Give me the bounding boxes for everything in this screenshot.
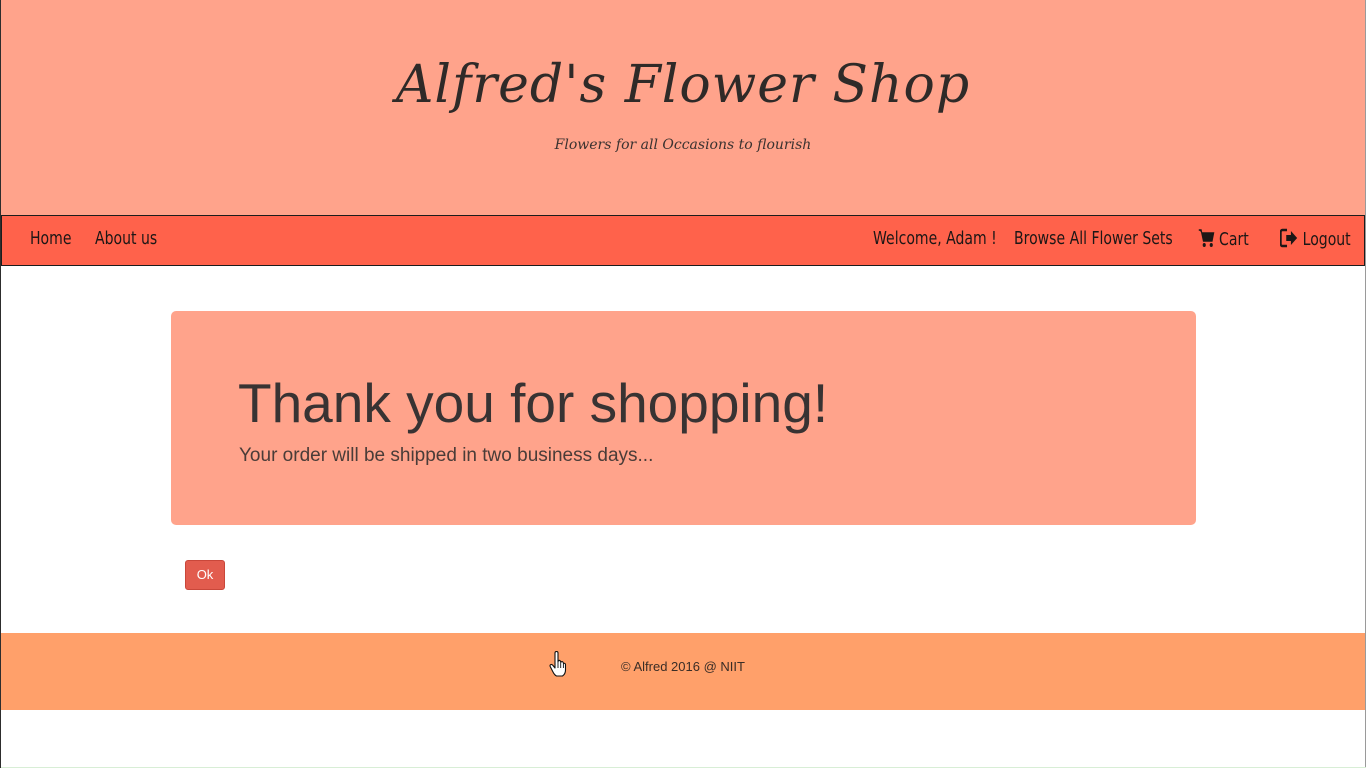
confirmation-heading: Thank you for shopping! — [238, 372, 829, 434]
logout-icon — [1279, 228, 1298, 248]
nav-cart-link[interactable]: Cart — [1198, 228, 1249, 250]
confirmation-panel: Thank you for shopping! Your order will … — [171, 311, 1196, 525]
footer-copyright: © Alfred 2016 @ NIIT — [621, 659, 745, 674]
nav-about-link[interactable]: About us — [95, 228, 157, 249]
logout-label: Logout — [1302, 229, 1351, 250]
page: Alfred's Flower Shop Flowers for all Occ… — [0, 0, 1366, 768]
hand-pointer-cursor-icon — [549, 651, 567, 677]
site-footer: © Alfred 2016 @ NIIT — [1, 633, 1365, 710]
navbar: Home About us Welcome, Adam ! Browse All… — [1, 215, 1365, 266]
site-tagline: Flowers for all Occasions to flourish — [554, 137, 812, 153]
cart-label: Cart — [1219, 229, 1249, 250]
nav-browse-link[interactable]: Browse All Flower Sets — [1014, 228, 1173, 249]
ok-button[interactable]: Ok — [185, 560, 225, 590]
site-header: Alfred's Flower Shop Flowers for all Occ… — [1, 0, 1365, 215]
confirmation-message: Your order will be shipped in two busine… — [239, 445, 654, 466]
nav-home-link[interactable]: Home — [30, 228, 71, 249]
site-title: Alfred's Flower Shop — [395, 55, 971, 115]
nav-logout-link[interactable]: Logout — [1279, 228, 1351, 250]
shopping-cart-icon — [1198, 229, 1215, 247]
welcome-user-text: Welcome, Adam ! — [873, 228, 997, 249]
